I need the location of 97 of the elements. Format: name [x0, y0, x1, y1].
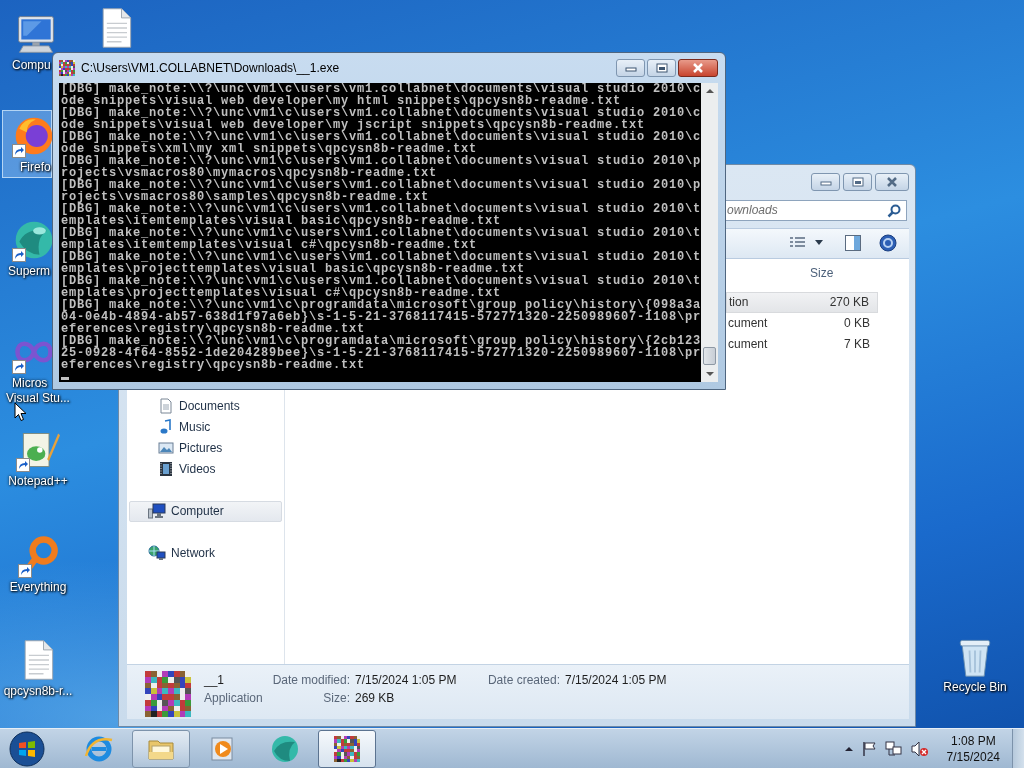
console-line: eferences\registry\qpcysn8b-readme.txt: [61, 323, 366, 335]
field-value: 7/15/2024 1:05 PM: [354, 673, 458, 688]
console-line: [DBG] make_note:\\?\unc\vm1\c\users\vm1.collabnet\documents\visual studio 2010\t: [61, 203, 701, 215]
field-label: Date created:: [486, 673, 560, 688]
console-line: 25-0928-4f64-8552-1de204289bee}\s-1-5-21-3768117415-572771320-2250989607-1108\pr: [61, 347, 701, 359]
taskbar-button[interactable]: [318, 729, 376, 768]
file-name: cument: [727, 316, 769, 331]
icon-label: Everything: [9, 580, 67, 595]
file-name: cument: [727, 337, 769, 352]
console-line: emplates\projecttemplates\visual c#\qpcysn8b-readme.txt: [61, 287, 502, 299]
file-name: __1: [203, 673, 226, 688]
console-line: [DBG] make_note:\\?\unc\vm1\c\users\vm1.collabnet\documents\visual studio 2010\p: [61, 155, 701, 167]
column-header[interactable]: Size: [804, 266, 840, 281]
console-line: emplates\itemtemplates\visual c#\qpcysn8b-readme.txt: [61, 239, 478, 251]
console-line: ode snippets\xml\my xml snippets\qpcysn8b-readme.txt: [61, 143, 478, 155]
volume-muted-icon[interactable]: [910, 740, 929, 757]
icon-label: qpcysn8b-r...: [3, 684, 73, 699]
file-size: 0 KB: [843, 316, 871, 331]
maximize-button[interactable]: [843, 173, 872, 191]
network-icon: [148, 545, 166, 562]
field-value: 269 KB: [354, 691, 396, 706]
search-field[interactable]: ownloads: [725, 199, 907, 221]
console-line: [DBG] make_note:\\?\unc\vm1\c\programdata\microsoft\group policy\history\{2cb123: [61, 335, 701, 347]
picture-icon: [158, 440, 174, 457]
app-icon: [59, 60, 75, 76]
nav-item[interactable]: Network: [129, 542, 282, 564]
scroll-up-arrow-icon[interactable]: [705, 88, 714, 94]
film-icon: [158, 461, 174, 478]
console-line: [DBG] make_note:\\?\unc\vm1\c\users\vm1.collabnet\documents\visual studio 2010\t: [61, 275, 701, 287]
console-line: [DBG] make_note:\\?\unc\vm1\c\users\vm1.collabnet\documents\visual studio 2010\c: [61, 107, 701, 119]
scroll-down-arrow-icon[interactable]: [705, 371, 714, 377]
document-icon: [158, 398, 174, 415]
nav-item[interactable]: Computer: [129, 500, 282, 522]
network-icon[interactable]: [884, 740, 903, 757]
search-icon[interactable]: [887, 203, 901, 218]
window-title: C:\Users\VM1.COLLABNET\Downloads\__1.exe: [81, 61, 340, 75]
console-line: eferences\registry\qpcysn8b-readme.txt: [61, 359, 366, 371]
console-line: [DBG] make_note:\\?\unc\vm1\c\users\vm1.collabnet\documents\visual studio 2010\t: [61, 251, 701, 263]
nav-item[interactable]: Pictures: [127, 437, 284, 459]
close-button[interactable]: [678, 59, 718, 77]
minimize-icon: [819, 178, 832, 186]
console-line: emplates\itemtemplates\visual basic\qpcysn8b-readme.txt: [61, 215, 502, 227]
console-line: [DBG] make_note:\\?\unc\vm1\c\users\vm1.collabnet\documents\visual studio 2010\c: [61, 131, 701, 143]
file-size: 7 KB: [843, 337, 871, 352]
nav-item[interactable]: Videos: [127, 458, 284, 480]
show-desktop-button[interactable]: [1012, 728, 1024, 768]
console-line: [DBG] make_note:\\?\unc\vm1\c\users\vm1.collabnet\documents\visual studio 2010\c: [61, 83, 701, 95]
close-icon: [692, 63, 704, 73]
console-line: [DBG] make_note:\\?\unc\vm1\c\users\vm1.collabnet\documents\visual studio 2010\p: [61, 179, 701, 191]
icon-label: Firefo: [20, 160, 51, 175]
console-line: [DBG] make_note:\\?\unc\vm1\c\programdata\microsoft\group policy\history\{098a3a: [61, 299, 701, 311]
start-orb-icon: [9, 730, 45, 767]
console-line: rojects\vsmacros80\mymacros\qpcysn8b-readme.txt: [61, 167, 438, 179]
icon-label: Recycle Bin: [943, 680, 1007, 695]
file-type: Application: [203, 691, 263, 706]
console-line: ode snippets\visual web developer\my jscript snippets\qpcysn8b-readme.txt: [61, 119, 647, 131]
file-row[interactable]: tion 270 KB: [726, 291, 878, 313]
mouse-pointer-icon: [14, 402, 27, 422]
app-icon: [145, 671, 191, 718]
scrollbar[interactable]: [701, 83, 718, 382]
maximize-button[interactable]: [647, 59, 676, 77]
nav-item[interactable]: Documents: [127, 395, 284, 417]
field-value: 7/15/2024 1:05 PM: [564, 673, 668, 688]
console-line: [DBG] make_note:\\?\unc\vm1\c\users\vm1.collabnet\documents\visual studio 2010\t: [61, 227, 701, 239]
minimize-button[interactable]: [811, 173, 840, 191]
music-note-icon: [158, 419, 174, 436]
computer-icon: [148, 503, 166, 520]
console-line: ode snippets\visual web developer\my html snippets\qpcysn8b-readme.txt: [61, 95, 622, 107]
file-size: 270 KB: [828, 295, 870, 310]
show-hidden-icons-icon[interactable]: [844, 745, 853, 752]
app-icon: [332, 733, 362, 764]
flag-icon[interactable]: [860, 740, 877, 757]
scrollbar-thumb[interactable]: [703, 347, 716, 365]
icon-label: Notepad++: [8, 474, 68, 489]
clock[interactable]: 1:08 PM 7/15/2024: [942, 732, 1004, 765]
icon-label: Visual Stu...: [6, 391, 70, 406]
caret-icon[interactable]: [815, 240, 823, 247]
preview-pane-icon[interactable]: [845, 235, 861, 252]
start-button[interactable]: [6, 728, 48, 768]
help-icon[interactable]: [879, 234, 897, 253]
minimize-icon: [624, 64, 637, 72]
maximize-icon: [655, 63, 668, 73]
maximize-icon: [851, 177, 864, 187]
close-icon: [886, 177, 898, 187]
nav-item[interactable]: Music: [127, 416, 284, 438]
close-button[interactable]: [875, 173, 909, 191]
icon-label: Micros: [12, 376, 48, 391]
console-line: emplates\projecttemplates\visual basic\qpcysn8b-readme.txt: [61, 263, 526, 275]
field-label: Size:: [322, 691, 350, 706]
text-cursor: [61, 377, 69, 380]
icon-label: Superm: [8, 264, 51, 279]
field-label: Date modified:: [271, 673, 350, 688]
icon-label: Compu: [12, 58, 51, 73]
sphere-logo-icon: [270, 733, 300, 764]
console-line: 04-0e4b-4894-ab57-638d1f97a6eb}\s-1-5-21-3768117415-572771320-2250989607-1108\pr: [61, 311, 701, 323]
console-line: rojects\vsmacros80\samples\qpcysn8b-readme.txt: [61, 191, 430, 203]
file-name: tion: [728, 295, 750, 310]
